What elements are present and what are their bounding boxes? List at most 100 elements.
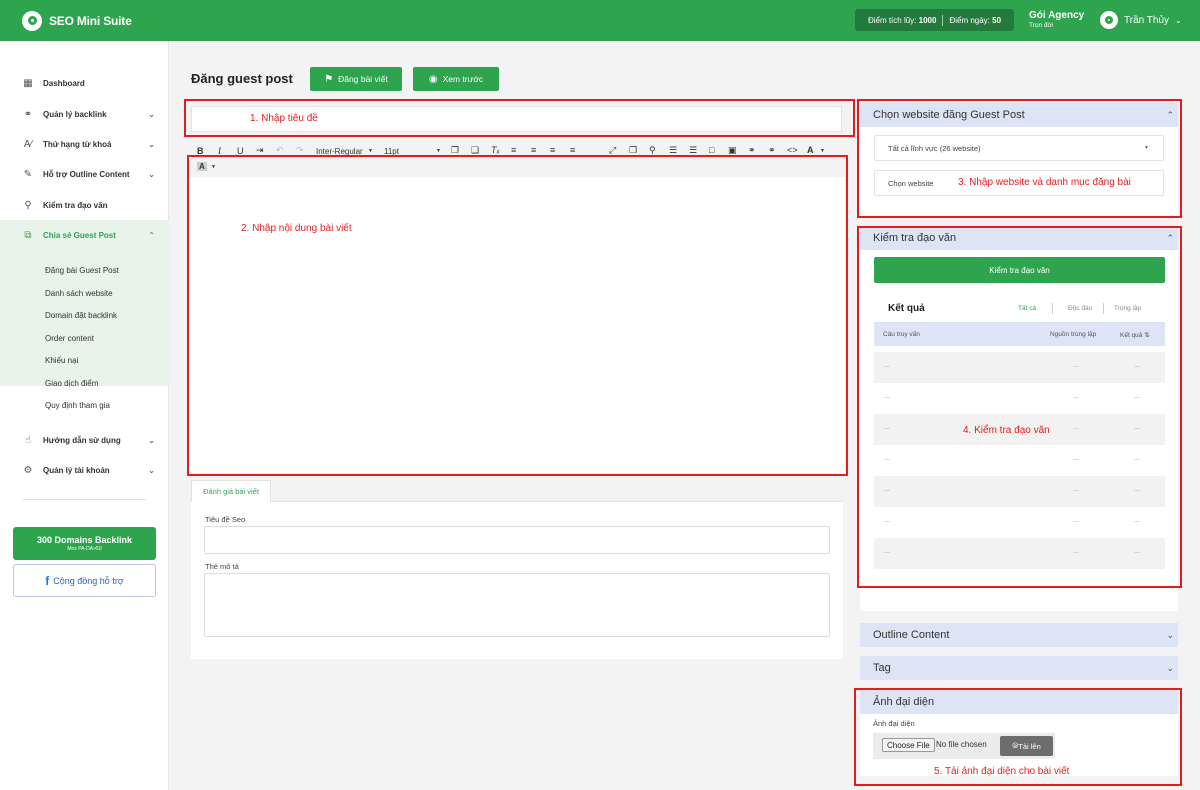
align-left-icon[interactable]: ≡ xyxy=(511,145,516,155)
annotation-box-plagiarism xyxy=(857,226,1182,588)
community-label: Cộng đồng hỗ trợ xyxy=(53,575,124,586)
annotation-box-content xyxy=(187,155,848,476)
sidebar-item-dashboard[interactable]: ▦ Dashboard xyxy=(0,68,169,98)
daily-points-value: 50 xyxy=(992,15,1002,25)
points-badge: Điểm tích lũy: 1000 Điểm ngày: 50 xyxy=(855,9,1014,31)
submenu-backlink-domain[interactable]: Domain đặt backlink xyxy=(45,311,117,320)
annotation-plagiarism: 4. Kiểm tra đạo văn xyxy=(963,425,1050,436)
tag-panel-header[interactable]: Tag ⌄ xyxy=(860,656,1178,680)
account-icon: ⚙ xyxy=(23,464,33,476)
share-icon: ⧉ xyxy=(24,230,32,241)
sidebar-item-label: Dashboard xyxy=(43,78,85,88)
app-logo[interactable]: SEO Mini Suite xyxy=(22,10,132,31)
meta-description-textarea[interactable] xyxy=(204,573,830,637)
sidebar-divider xyxy=(23,499,146,500)
chevron-down-icon: ⌄ xyxy=(148,109,155,119)
annotation-title: 1. Nhập tiêu đề xyxy=(250,113,318,124)
chevron-down-icon: ⌄ xyxy=(1166,629,1174,640)
link-icon: ⚭ xyxy=(23,108,33,120)
submenu-post-guest-post[interactable]: Đăng bài Guest Post xyxy=(45,266,119,275)
sidebar-item-backlink[interactable]: ⚭ Quản lý backlink ⌄ xyxy=(0,99,169,129)
guide-icon: ☝ xyxy=(24,434,32,446)
daily-points-label: Điểm ngày: xyxy=(949,15,990,25)
preview-button[interactable]: ◉ Xem trước xyxy=(413,67,499,91)
chevron-up-icon: ⌃ xyxy=(148,231,155,240)
submenu-complaint[interactable]: Khiếu nại xyxy=(45,356,78,365)
align-center-icon[interactable]: ≡ xyxy=(531,145,536,155)
sidebar-item-guest-post[interactable]: ⧉ Chia sẻ Guest Post ⌃ xyxy=(0,220,169,251)
preview-button-label: Xem trước xyxy=(442,74,484,84)
plan-name: Gói Agency xyxy=(1029,10,1085,21)
outline-panel-header[interactable]: Outline Content ⌄ xyxy=(860,623,1178,647)
submenu-website-list[interactable]: Danh sách website xyxy=(45,289,113,298)
publish-button-label: Đăng bài viết xyxy=(338,74,388,84)
promo-title: 300 Domains Backlink xyxy=(36,535,133,545)
align-justify-icon[interactable]: ≡ xyxy=(570,145,575,155)
guest-post-submenu: Đăng bài Guest Post Danh sách website Do… xyxy=(0,251,169,410)
logo-icon xyxy=(22,10,42,31)
sidebar-item-label: Quản lý tài khoản xyxy=(43,465,110,475)
avatar xyxy=(1100,11,1118,29)
publish-button[interactable]: ⚑ Đăng bài viết xyxy=(310,67,402,91)
chevron-down-icon: ⌄ xyxy=(1166,662,1174,673)
community-button[interactable]: f Cộng đồng hỗ trợ xyxy=(13,564,156,597)
sidebar-item-guide[interactable]: ☝ Hướng dẫn sử dụng ⌄ xyxy=(0,425,169,455)
backlink-promo-button[interactable]: 300 Domains Backlink Moz PA-DA>50 xyxy=(13,527,156,560)
sidebar-item-label: Hướng dẫn sử dụng xyxy=(43,435,121,445)
review-tabs: Đánh giá bài viết xyxy=(191,480,843,502)
submenu-point-transactions[interactable]: Giao dịch điểm xyxy=(45,379,98,388)
plan-info: Gói Agency Trọn đời xyxy=(1029,11,1084,30)
sidebar-item-label: Thứ hạng từ khoá xyxy=(43,139,112,149)
top-bar: SEO Mini Suite Điểm tích lũy: 1000 Điểm … xyxy=(0,0,1200,41)
sidebar-item-account[interactable]: ⚙ Quản lý tài khoản ⌄ xyxy=(0,455,169,485)
sidebar-item-outline[interactable]: ✎ Hỗ trợ Outline Content ⌄ xyxy=(0,159,169,189)
plan-duration: Trọn đời xyxy=(1029,22,1054,29)
facebook-icon: f xyxy=(45,573,50,588)
chevron-down-icon: ⌄ xyxy=(148,435,155,445)
caret-down-icon: ▼ xyxy=(820,148,825,154)
sidebar-item-label: Chia sẻ Guest Post xyxy=(43,231,116,240)
promo-subtitle: Moz PA-DA>50 xyxy=(67,546,102,552)
chevron-down-icon: ⌄ xyxy=(1175,15,1182,25)
sidebar-item-plagiarism[interactable]: ⚲ Kiểm tra đạo văn xyxy=(0,190,169,220)
chevron-down-icon: ⌄ xyxy=(148,139,155,149)
seo-title-input[interactable] xyxy=(204,526,830,554)
bookmark-icon: ⚑ xyxy=(324,73,334,85)
user-menu[interactable]: Trần Thủy ⌄ xyxy=(1100,11,1182,29)
app-name: SEO Mini Suite xyxy=(49,13,132,28)
edit-icon: ✎ xyxy=(23,168,33,180)
meta-description-label: Thẻ mô tả xyxy=(205,562,239,571)
chevron-down-icon: ⌄ xyxy=(148,465,155,475)
page-title: Đăng guest post xyxy=(191,71,293,86)
annotation-image: 5. Tải ảnh đại diện cho bài viết xyxy=(934,766,1070,777)
caret-down-icon: ▼ xyxy=(436,148,441,154)
tag-panel-title: Tag xyxy=(873,662,891,674)
sidebar-item-ranking[interactable]: A∕ Thứ hạng từ khoá ⌄ xyxy=(0,129,169,159)
caret-down-icon: ▼ xyxy=(368,148,373,154)
code-icon[interactable]: <> xyxy=(787,145,798,155)
clear-format-icon[interactable]: Tₓ xyxy=(491,145,500,155)
search-icon: ⚲ xyxy=(24,199,32,211)
sidebar-item-label: Quản lý backlink xyxy=(43,109,107,119)
text-color-icon[interactable]: A xyxy=(807,145,814,155)
annotation-website: 3. Nhập website và danh mục đăng bài xyxy=(958,177,1131,188)
points-label: Điểm tích lũy: xyxy=(867,15,917,25)
grid-icon: ▦ xyxy=(23,77,33,89)
ranking-icon: A∕ xyxy=(23,138,33,150)
sidebar-item-label: Kiểm tra đạo văn xyxy=(43,200,108,210)
annotation-content: 2. Nhập nội dung bài viết xyxy=(241,223,352,234)
align-right-icon[interactable]: ≡ xyxy=(550,145,555,155)
sidebar-item-label: Hỗ trợ Outline Content xyxy=(43,169,130,179)
outline-panel-title: Outline Content xyxy=(873,629,950,641)
bookmark-icon[interactable]: □ xyxy=(709,145,714,155)
user-name: Trần Thủy xyxy=(1124,14,1170,26)
submenu-rules[interactable]: Quy định tham gia xyxy=(45,401,110,410)
annotation-box-website xyxy=(857,99,1182,218)
eye-icon: ◉ xyxy=(428,73,438,85)
chevron-down-icon: ⌄ xyxy=(148,169,155,179)
seo-title-label: Tiêu đề Seo xyxy=(205,515,246,524)
points-value: 1000 xyxy=(918,15,937,25)
submenu-order-content[interactable]: Order content xyxy=(45,334,94,343)
sidebar: ▦ Dashboard ⚭ Quản lý backlink ⌄ A∕ Thứ … xyxy=(0,41,169,790)
tab-article-review[interactable]: Đánh giá bài viết xyxy=(191,480,271,502)
